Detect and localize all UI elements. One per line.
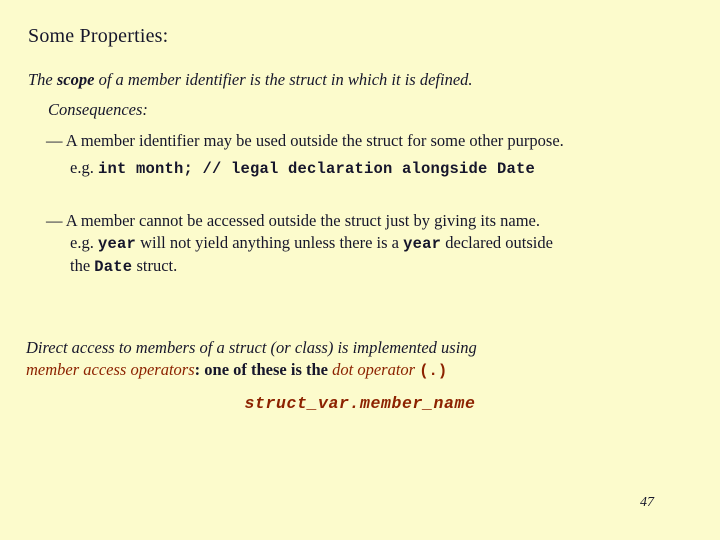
direct-access-line-2: member access operators: one of these is… [26, 359, 447, 382]
consequence-item-2-text: — A member cannot be accessed outside th… [46, 211, 540, 230]
example-mid-2: will not yield anything unless there is … [135, 233, 404, 252]
continuation-suffix: struct. [132, 256, 178, 275]
scope-statement-prefix: The [28, 70, 57, 89]
code-snippet-date: Date [94, 258, 133, 276]
member-access-expression: struct_var.member_name [244, 394, 476, 413]
slide-canvas: Some Properties: The scope of a member i… [0, 0, 720, 540]
page-number: 47 [640, 495, 654, 510]
direct-access-line-1: Direct access to members of a struct (or… [26, 338, 477, 357]
consequence-item-2-continuation: the Date struct. [70, 256, 177, 277]
continuation-prefix: the [70, 256, 95, 275]
consequence-item-2-example: e.g. year will not yield anything unless… [70, 233, 553, 254]
example-tail-2: declared outside [441, 233, 553, 252]
member-access-operators-term: member access operators [26, 360, 195, 379]
code-snippet-year-1: year [97, 235, 136, 253]
dot-operator-term: dot operator [332, 360, 416, 379]
consequences-heading: Consequences: [48, 100, 148, 119]
consequence-item-1-text: — A member identifier may be used outsid… [46, 131, 564, 150]
page-title: Some Properties: [28, 25, 169, 47]
dot-operator-symbol: (.) [419, 362, 448, 380]
scope-statement-emphasis: scope [56, 70, 95, 89]
direct-access-mid: one of these is the [204, 360, 333, 379]
direct-access-colon: : [194, 360, 205, 379]
code-snippet-year-2: year [403, 235, 442, 253]
code-snippet-int-month: int month; // legal declaration alongsid… [97, 160, 536, 178]
scope-statement-suffix: of a member identifier is the struct in … [94, 70, 473, 89]
example-prefix-2: e.g. [70, 233, 98, 252]
scope-statement: The scope of a member identifier is the … [28, 70, 473, 90]
consequence-item-1-example: e.g. int month; // legal declaration alo… [70, 158, 535, 179]
example-prefix-1: e.g. [70, 158, 98, 177]
